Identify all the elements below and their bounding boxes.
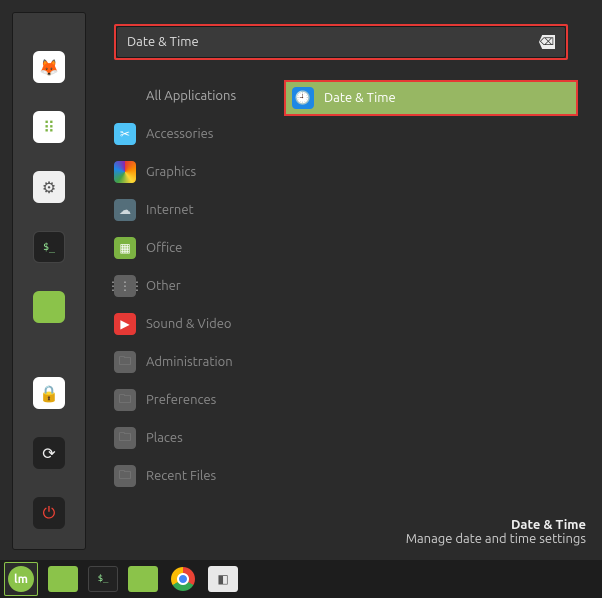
taskbar-chrome-icon[interactable] (168, 566, 198, 592)
category-places[interactable]: 🗀 Places (114, 424, 284, 452)
category-sound-video[interactable]: ▶ Sound & Video (114, 310, 284, 338)
category-preferences[interactable]: 🗀 Preferences (114, 386, 284, 414)
category-label: Graphics (146, 165, 196, 179)
category-label: Office (146, 241, 182, 255)
category-graphics[interactable]: Graphics (114, 158, 284, 186)
chrome-icon (171, 567, 195, 591)
mint-logo-icon: lm (8, 566, 34, 592)
apps-icon[interactable]: ⠿ (33, 111, 65, 143)
clear-search-icon[interactable]: ⌫ (539, 35, 555, 49)
taskbar-terminal-icon[interactable]: $_ (88, 566, 118, 592)
category-internet[interactable]: ☁ Internet (114, 196, 284, 224)
other-icon: ⋮⋮⋮ (114, 275, 136, 297)
category-office[interactable]: ▦ Office (114, 234, 284, 262)
search-text: Date & Time (127, 35, 539, 49)
result-highlight: 🕘 Date & Time (284, 80, 578, 116)
category-list: All Applications ✂ Accessories Graphics … (114, 68, 284, 490)
preferences-icon: 🗀 (114, 389, 136, 411)
category-other[interactable]: ⋮⋮⋮ Other (114, 272, 284, 300)
favorites-sidebar: 🦊 ⠿ ⚙ $_ 🔒 ⟳ ⏻ (12, 12, 86, 550)
results-list: 🕘 Date & Time (284, 68, 590, 490)
administration-icon: 🗀 (114, 351, 136, 373)
search-highlight: Date & Time ⌫ (114, 24, 568, 60)
result-label: Date & Time (324, 91, 396, 105)
graphics-icon (114, 161, 136, 183)
result-row: 🕘 Date & Time (284, 82, 590, 114)
category-label: Accessories (146, 127, 213, 141)
recent-files-icon: 🗀 (114, 465, 136, 487)
session-group: 🔒 ⟳ ⏻ (33, 377, 65, 549)
taskbar-show-desktop-icon[interactable] (48, 566, 78, 592)
office-icon: ▦ (114, 237, 136, 259)
category-label: Internet (146, 203, 194, 217)
search-input[interactable]: Date & Time ⌫ (116, 26, 566, 58)
accessories-icon: ✂ (114, 123, 136, 145)
category-label: Places (146, 431, 183, 445)
category-label: Recent Files (146, 469, 216, 483)
internet-icon: ☁ (114, 199, 136, 221)
places-icon: 🗀 (114, 427, 136, 449)
category-administration[interactable]: 🗀 Administration (114, 348, 284, 376)
taskbar-files-icon[interactable] (128, 566, 158, 592)
description-subtitle: Manage date and time settings (406, 532, 586, 546)
item-description: Date & Time Manage date and time setting… (406, 518, 586, 546)
category-recent-files[interactable]: 🗀 Recent Files (114, 462, 284, 490)
menu-main: Date & Time ⌫ All Applications ✂ Accesso… (86, 12, 590, 550)
application-menu: 🦊 ⠿ ⚙ $_ 🔒 ⟳ ⏻ Date & Time ⌫ All Applica… (12, 12, 590, 550)
category-label: All Applications (146, 89, 236, 103)
category-label: Preferences (146, 393, 216, 407)
taskbar-system-icon[interactable]: ◧ (208, 566, 238, 592)
category-all-applications[interactable]: All Applications (114, 82, 284, 110)
logout-icon[interactable]: ⟳ (33, 437, 65, 469)
category-label: Sound & Video (146, 317, 232, 331)
category-icon-blank (114, 85, 136, 107)
clock-icon: 🕘 (292, 87, 314, 109)
files-icon[interactable] (33, 291, 65, 323)
category-label: Other (146, 279, 181, 293)
menu-button[interactable]: lm (4, 562, 38, 596)
result-date-time[interactable]: 🕘 Date & Time (286, 82, 576, 114)
description-title: Date & Time (406, 518, 586, 532)
power-icon[interactable]: ⏻ (33, 497, 65, 529)
settings-icon[interactable]: ⚙ (33, 171, 65, 203)
lock-icon[interactable]: 🔒 (33, 377, 65, 409)
category-accessories[interactable]: ✂ Accessories (114, 120, 284, 148)
category-label: Administration (146, 355, 233, 369)
sound-video-icon: ▶ (114, 313, 136, 335)
taskbar: lm $_ ◧ (0, 560, 602, 598)
menu-columns: All Applications ✂ Accessories Graphics … (114, 68, 590, 490)
terminal-icon[interactable]: $_ (33, 231, 65, 263)
firefox-icon[interactable]: 🦊 (33, 51, 65, 83)
